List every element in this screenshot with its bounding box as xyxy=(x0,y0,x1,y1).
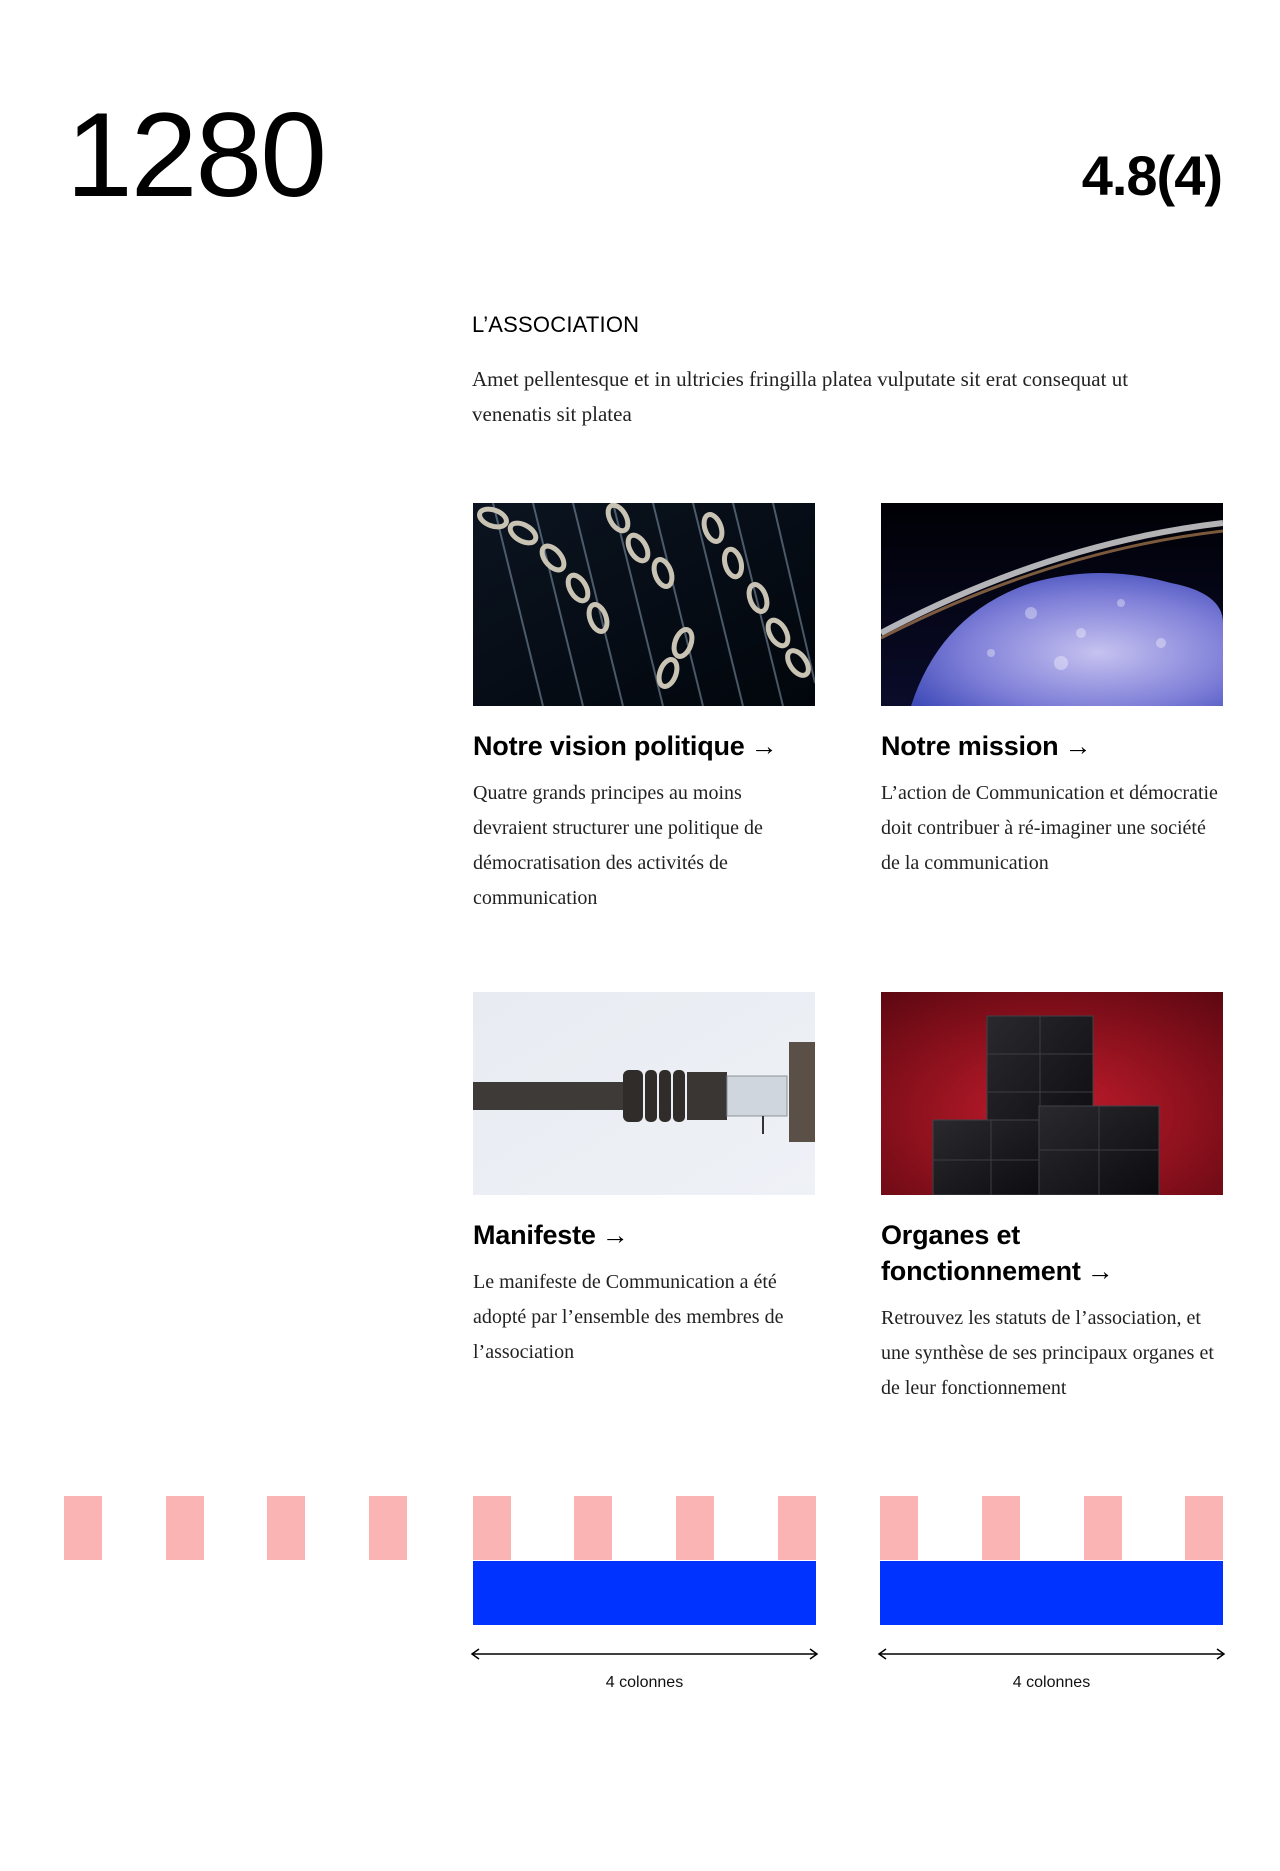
arrow-right-icon: → xyxy=(1064,731,1092,761)
arrow-right-icon: → xyxy=(601,1220,629,1250)
double-arrow-icon xyxy=(470,1648,819,1660)
arrow-right-icon: → xyxy=(750,731,778,761)
column-span-label: 4 colonnes xyxy=(1012,1674,1091,1691)
chains-image xyxy=(473,503,815,706)
double-arrow-icon xyxy=(877,1648,1226,1660)
card-title[interactable]: Manifeste → xyxy=(473,1217,815,1253)
column-span-bar xyxy=(880,1561,1223,1625)
grid-column xyxy=(1084,1496,1122,1560)
cable-image xyxy=(473,992,815,1195)
viewport-width-title: 1280 xyxy=(66,88,327,222)
arrow-right-icon: → xyxy=(1086,1256,1114,1286)
grid-column xyxy=(267,1496,305,1560)
section-label: L’ASSOCIATION xyxy=(472,312,640,337)
card-description: L’action de Communication et démocratie … xyxy=(881,782,1218,874)
card-description: Le manifeste de Communication a été adop… xyxy=(473,1271,784,1363)
card-organes[interactable]: Organes et fonctionnement → Retrouvez les… xyxy=(881,992,1223,1406)
card-title[interactable]: Organes et fonctionnement → xyxy=(881,1217,1223,1289)
grid-column xyxy=(574,1496,612,1560)
card-description: Retrouvez les statuts de l’association, … xyxy=(881,1307,1214,1399)
grid-column xyxy=(676,1496,714,1560)
grid-column xyxy=(64,1496,102,1560)
card-vision-politique[interactable]: Notre vision politique → Quatre grands pr… xyxy=(473,503,815,916)
card-mission[interactable]: Notre mission → L’action de Communication… xyxy=(881,503,1223,881)
grid-column xyxy=(880,1496,918,1560)
grid-column xyxy=(369,1496,407,1560)
card-title[interactable]: Notre vision politique → xyxy=(473,728,815,764)
grid-column xyxy=(1185,1496,1223,1560)
planet-image xyxy=(881,503,1223,706)
column-span-label: 4 colonnes xyxy=(605,1674,684,1691)
grid-column xyxy=(473,1496,511,1560)
grid-column xyxy=(982,1496,1020,1560)
card-title[interactable]: Notre mission → xyxy=(881,728,1223,764)
cubes-image xyxy=(881,992,1223,1195)
section-intro: Amet pellentesque et in ultricies fringi… xyxy=(472,367,1129,426)
column-span-bar xyxy=(473,1561,816,1625)
card-description: Quatre grands principes au moins devraie… xyxy=(473,782,763,909)
version-number: 4.8(4) xyxy=(1081,144,1223,207)
grid-column xyxy=(166,1496,204,1560)
card-manifeste[interactable]: Manifeste → Le manifeste de Communication… xyxy=(473,992,815,1370)
grid-column xyxy=(778,1496,816,1560)
